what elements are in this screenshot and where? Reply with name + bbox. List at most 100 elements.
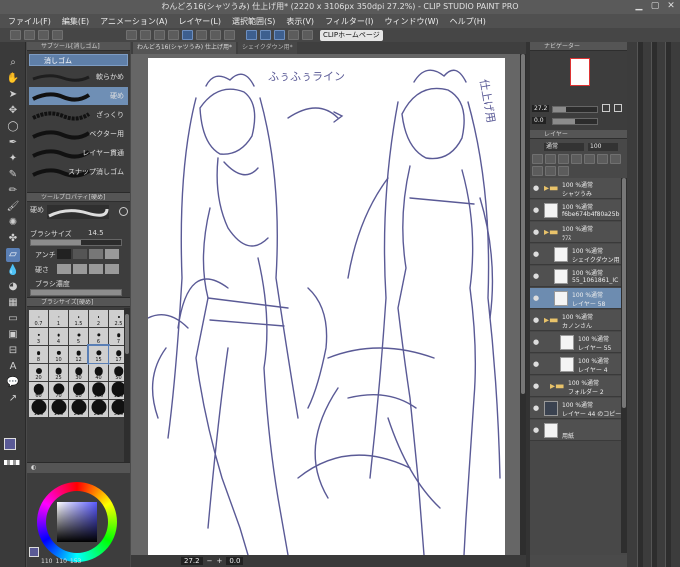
brush-density-slider[interactable]	[30, 289, 122, 296]
brush-size-cell[interactable]: 20	[29, 364, 48, 381]
eye-icon[interactable]: ●	[533, 316, 539, 324]
eye-icon[interactable]: ●	[533, 426, 539, 434]
menu-selection[interactable]: 選択範囲(S)	[232, 16, 275, 27]
antialias-options[interactable]	[57, 249, 119, 259]
crop-icon[interactable]	[224, 30, 235, 40]
layer-row[interactable]: ● 100 %通常 レイヤー 55	[530, 332, 627, 353]
brush-size-cell[interactable]: 80	[69, 382, 88, 399]
brush-size-cell[interactable]: 6	[89, 328, 108, 345]
brush-size-cell[interactable]: 150	[29, 399, 48, 417]
brush-size-cell[interactable]: 12	[69, 346, 88, 363]
layer-clip-icon[interactable]	[532, 154, 543, 164]
layer-row[interactable]: ● 100 %通常 レイヤー 4	[530, 354, 627, 375]
zoom-tool-icon[interactable]: ⌕	[6, 56, 20, 70]
brush-rough[interactable]: ざっくり	[29, 106, 128, 124]
menu-help[interactable]: ヘルプ(H)	[450, 16, 486, 27]
airbrush-tool-icon[interactable]: ✺	[6, 216, 20, 230]
layer-row[interactable]: ● 100 %通常 レイヤー 58	[530, 288, 627, 309]
brush-hard[interactable]: 硬め	[29, 87, 128, 105]
brush-size-scrollbar[interactable]	[124, 308, 130, 463]
text-tool-icon[interactable]: A	[6, 360, 20, 374]
operation-tool-icon[interactable]: ➤	[6, 88, 20, 102]
maximize-icon[interactable]: ▢	[650, 1, 660, 11]
layer-row[interactable]: ● ▸▬ 100 %通常 カノンさん	[530, 310, 627, 331]
wrench-icon[interactable]	[119, 207, 128, 216]
layer-row[interactable]: ● 100 %通常 f6be674b4f80a25b	[530, 200, 627, 221]
new-file-icon[interactable]	[10, 30, 21, 40]
brush-size-cell[interactable]: 15	[87, 344, 110, 365]
zoom-in-icon[interactable]: +	[216, 557, 222, 565]
eyedropper-tool-icon[interactable]: ✒	[6, 136, 20, 150]
brush-size-cell[interactable]: 4	[49, 328, 68, 345]
brush-size-cell[interactable]: 0.7	[29, 310, 48, 327]
eraser-tool-icon[interactable]: ▱	[6, 248, 20, 262]
blend-tool-icon[interactable]: 💧	[6, 264, 20, 278]
layer-blend-mode[interactable]: 通常	[544, 143, 584, 151]
move-layer-tool-icon[interactable]: ✥	[6, 104, 20, 118]
eye-icon[interactable]: ●	[533, 294, 539, 302]
navigator-rotation[interactable]: 0.0	[532, 117, 546, 124]
layer-row[interactable]: ● 100 %通常 55_1061861_IC	[530, 266, 627, 287]
brush-size-cell[interactable]: 25	[49, 364, 68, 381]
brush-size-cell[interactable]: 70	[49, 382, 68, 399]
eye-icon[interactable]: ●	[533, 360, 539, 368]
snap-special-ruler-icon[interactable]	[274, 30, 285, 40]
open-file-icon[interactable]	[24, 30, 35, 40]
hardness-options[interactable]	[57, 264, 119, 274]
layer-delete-icon[interactable]	[558, 166, 569, 176]
eye-icon[interactable]: ●	[533, 184, 539, 192]
save-icon[interactable]	[38, 30, 49, 40]
brush-vector[interactable]: ベクター用	[29, 125, 128, 143]
auto-select-tool-icon[interactable]: ✦	[6, 152, 20, 166]
drawing-paper[interactable]: ふぅふぅライン 仕上げ用	[147, 58, 505, 556]
layer-merge-icon[interactable]	[545, 166, 556, 176]
saturation-value-square[interactable]	[57, 502, 97, 542]
transform-icon[interactable]	[182, 30, 193, 40]
layer-draft-icon[interactable]	[571, 154, 582, 164]
brush-size-slider[interactable]	[30, 239, 122, 246]
main-color-chip[interactable]	[29, 547, 39, 557]
layer-row[interactable]: ● ▸▬ 100 %通常 ﾗﾌｽ	[530, 222, 627, 243]
fill-icon[interactable]	[168, 30, 179, 40]
invert-selection-icon[interactable]	[210, 30, 221, 40]
layer-row[interactable]: ● 100 %通常 シェイクダウン用	[530, 244, 627, 265]
clip-homepage-button[interactable]: CLIPホームページ	[320, 29, 383, 41]
clip-studio-icon[interactable]	[52, 30, 63, 40]
navigator-zoom-slider[interactable]	[552, 106, 598, 113]
layer-vector-icon[interactable]	[610, 154, 621, 164]
subtool-group-tab[interactable]: 消しゴム	[29, 54, 128, 66]
eye-icon[interactable]: ●	[533, 250, 539, 258]
layer-row[interactable]: ● 用紙	[530, 420, 627, 441]
eye-icon[interactable]: ●	[533, 404, 539, 412]
brush-size-cell[interactable]: 170	[49, 399, 68, 417]
undo-icon[interactable]	[126, 30, 137, 40]
canvas-rotation-value[interactable]: 0.0	[226, 557, 244, 565]
canvas-zoom-value[interactable]: 27.2	[181, 557, 203, 565]
minimize-icon[interactable]: ▁	[634, 1, 644, 11]
balloon-tool-icon[interactable]: 💬	[6, 376, 20, 390]
menu-edit[interactable]: 編集(E)	[62, 16, 89, 27]
close-icon[interactable]: ✕	[666, 1, 676, 11]
layer-lock-icon[interactable]	[545, 154, 556, 164]
layer-row[interactable]: ● ▸▬ 100 %通常 フォルダー 2	[530, 376, 627, 397]
brush-size-cell[interactable]: 60	[29, 382, 48, 399]
tab-canvas-shakedown[interactable]: シェイクダウン用*	[238, 42, 297, 54]
pencil-tool-icon[interactable]: ✏	[6, 184, 20, 198]
brush-size-cell[interactable]: 1.5	[69, 310, 88, 327]
eye-icon[interactable]: ●	[533, 228, 539, 236]
menu-animation[interactable]: アニメーション(A)	[100, 16, 167, 27]
navigator-zoom[interactable]: 27.2	[532, 105, 550, 112]
pen-tool-icon[interactable]: ✎	[6, 168, 20, 182]
lasso-tool-icon[interactable]: ◯	[6, 120, 20, 134]
color-panel-tab[interactable]: ◐	[27, 463, 130, 473]
main-color-swatch[interactable]	[4, 438, 16, 450]
menu-file[interactable]: ファイル(F)	[8, 16, 51, 27]
eye-icon[interactable]: ●	[533, 382, 539, 390]
canvas-area[interactable]: ふぅふぅライン 仕上げ用	[131, 54, 526, 556]
layer-row[interactable]: ● ▸▬ 100 %通常 シャツうみ	[530, 178, 627, 199]
brush-size-cell[interactable]: 5	[69, 328, 88, 345]
eye-icon[interactable]: ●	[533, 338, 539, 346]
transparent-color-swatch[interactable]	[4, 460, 20, 465]
correct-line-tool-icon[interactable]: ↗	[6, 392, 20, 406]
flip-horizontal-icon[interactable]	[602, 104, 610, 112]
